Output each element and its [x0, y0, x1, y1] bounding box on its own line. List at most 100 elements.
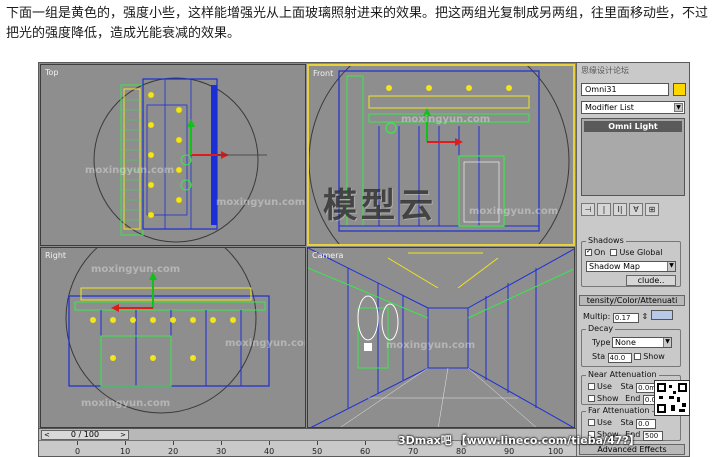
viewport-label-front: Front [313, 69, 334, 78]
viewport-label-camera: Camera [312, 251, 344, 260]
multiplier-field[interactable]: 0.17 [612, 313, 639, 323]
far-start-label: Sta [620, 418, 634, 427]
time-prev-arrow[interactable]: < [44, 431, 50, 439]
near-end-label: End [625, 394, 641, 403]
make-unique-icon[interactable]: I| [613, 203, 627, 216]
viewport-label-top: Top [45, 68, 59, 77]
near-atten-row-2: Show End 0.0 [588, 394, 663, 405]
brand-watermark: 思缘设计论坛 [581, 66, 629, 75]
ruler-tick [221, 441, 222, 445]
stack-toolbar: ⊣ | I| ∀ ⊞ [581, 203, 685, 217]
watermark-logo: 模型云 [323, 186, 437, 226]
decay-title: Decay [586, 324, 616, 333]
ruler-label: 20 [168, 447, 179, 456]
spinner-icon[interactable]: ⇕ [641, 312, 648, 321]
viewport-top[interactable]: Top moxingyun.com moxingyun.com [40, 64, 306, 246]
near-show-checkbox[interactable] [588, 395, 595, 402]
ruler-tick [173, 441, 174, 445]
modifier-list-dropdown[interactable]: Modifier List ▼ [581, 101, 685, 114]
ruler-label: 50 [312, 447, 323, 456]
multiplier-row: Multip: 0.17 ⇕ [583, 310, 673, 323]
decay-type-row: Type [592, 338, 610, 347]
time-next-arrow[interactable]: > [120, 431, 126, 439]
ruler-tick [77, 441, 78, 445]
ruler-tick [365, 441, 366, 445]
use-global-checkbox[interactable] [610, 249, 618, 256]
camera-view-scene [308, 248, 574, 427]
far-atten-title: Far Attenuation [586, 406, 652, 415]
near-use-checkbox[interactable] [588, 383, 595, 390]
decay-type-dropdown[interactable]: None ▼ [612, 337, 672, 348]
decay-type-label: Type [592, 338, 611, 347]
shadows-on-label: On [594, 248, 606, 257]
dropdown-arrow-icon: ▼ [674, 103, 683, 112]
decay-start-field[interactable]: 40.0 [607, 353, 632, 363]
shadows-title: Shadows [586, 236, 626, 245]
decay-show-checkbox[interactable] [634, 353, 642, 360]
decay-start-label: Sta [592, 352, 606, 361]
ruler-tick [269, 441, 270, 445]
decay-type-value: None [615, 338, 636, 347]
shadows-on-row[interactable]: On Use Global [585, 247, 663, 257]
near-atten-title: Near Attenuation [586, 370, 659, 379]
shadow-type-value: Shadow Map [589, 262, 640, 271]
modifier-list-label: Modifier List [585, 103, 634, 112]
time-slider[interactable]: < 0 / 100 > [41, 430, 129, 440]
ruler-label: 0 [75, 447, 81, 456]
exclude-button[interactable]: clude.. [626, 275, 676, 286]
far-use-checkbox[interactable] [588, 419, 595, 426]
near-use-label: Use [597, 382, 612, 391]
ruler-tick [125, 441, 126, 445]
shadows-on-checkbox[interactable] [585, 247, 592, 256]
decay-show-label: Show [643, 352, 665, 361]
qr-code-image [654, 380, 690, 416]
ruler-label: 100 [548, 447, 564, 456]
shadow-type-dropdown[interactable]: Shadow Map ▼ [586, 261, 676, 272]
modifier-stack[interactable]: Omni Light [581, 118, 685, 196]
ruler-label: 30 [216, 447, 227, 456]
viewport-label-right: Right [45, 251, 67, 260]
multiplier-label: Multip [583, 312, 608, 321]
watermark-top: moxingyun.com [85, 165, 175, 176]
decay-start-row: Sta 40.0 Show [592, 352, 665, 363]
far-end-field[interactable]: 500 [642, 431, 663, 441]
top-view-scene [93, 77, 267, 243]
shadows-rollout: Shadows On Use Global Shadow Map ▼ clude… [581, 236, 681, 287]
ruler-label: 40 [264, 447, 275, 456]
watermark-camera: moxingyun.com [386, 340, 476, 351]
watermark-right-2: moxingyun.com [225, 338, 306, 349]
3dsmax-window: Top moxingyun.com moxingyun.com Front 模型… [38, 62, 690, 457]
ruler-label: 10 [120, 447, 131, 456]
stack-item-omni-light[interactable]: Omni Light [584, 121, 682, 132]
object-color-swatch[interactable] [673, 83, 686, 96]
remove-modifier-icon[interactable]: ∀ [629, 203, 643, 216]
viewport-front[interactable]: Front 模型云 moxingyun.com moxingyun.com [307, 64, 575, 246]
use-global-label: Use Global [619, 248, 663, 257]
ruler-label: 80 [456, 447, 467, 456]
watermark-top-2: moxingyun.com [216, 197, 306, 208]
ruler-label: 70 [408, 447, 419, 456]
article-caption: 下面一组是黄色的，强度小些，这样能增强光从上面玻璃照射进来的效果。把这两组光复制… [6, 6, 709, 41]
light-color-swatch[interactable] [650, 310, 673, 320]
dropdown-arrow-icon: ▼ [667, 262, 675, 271]
decay-group: Decay Type None ▼ Sta 40.0 Show [581, 324, 681, 367]
near-start-label: Sta [620, 382, 634, 391]
watermark-front: moxingyun.com [401, 114, 491, 125]
far-start-field[interactable]: 0.0 [636, 419, 657, 429]
near-atten-row-1: Use Sta 0.0mm [588, 382, 665, 393]
ruler-label: 90 [504, 447, 515, 456]
pin-stack-icon[interactable]: ⊣ [581, 203, 595, 216]
watermark-front-2: moxingyun.com [469, 206, 559, 217]
ruler-label: 60 [360, 447, 371, 456]
show-end-result-icon[interactable]: | [597, 203, 611, 216]
watermark-right: moxingyun.com [91, 264, 181, 275]
footer-watermark: 3Dmax吧 【www.lineco.com/tieba/47?】 [398, 434, 640, 447]
viewport-camera[interactable]: Camera moxingyun.com [307, 247, 575, 428]
frame-display: 0 / 100 [70, 430, 100, 439]
ruler-tick [317, 441, 318, 445]
configure-sets-icon[interactable]: ⊞ [645, 203, 659, 216]
viewport-right[interactable]: Right moxingyun.com moxingyun.com moxing… [40, 247, 306, 428]
object-name-field[interactable]: Omni31 [581, 83, 669, 96]
intensity-rollout-title[interactable]: tensity/Color/Attenuati [579, 295, 685, 306]
far-atten-row-1: Use Sta 0.0 [588, 418, 657, 429]
